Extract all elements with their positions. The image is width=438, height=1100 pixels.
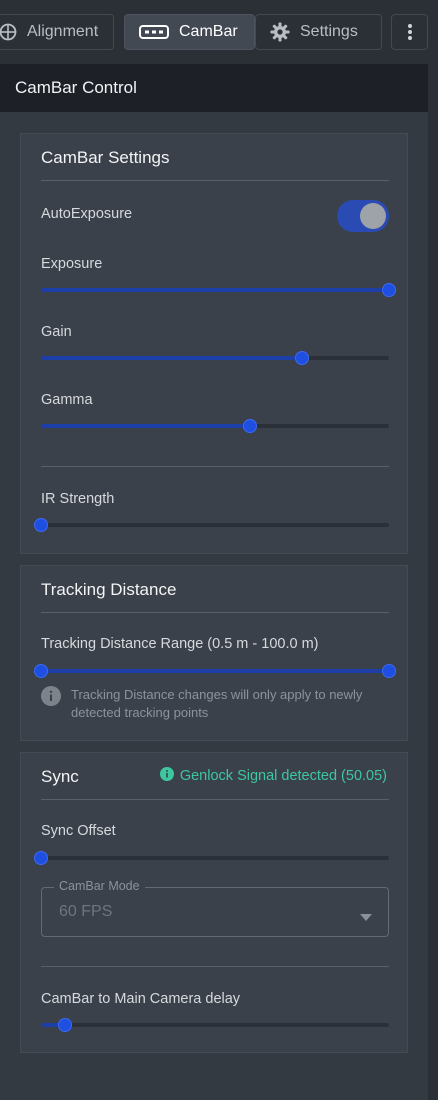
gamma-label: Gamma xyxy=(41,392,93,408)
sync-offset-label: Sync Offset xyxy=(41,823,116,839)
slider-thumb[interactable] xyxy=(382,283,396,297)
cambar-icon xyxy=(139,25,169,39)
slider-thumb[interactable] xyxy=(58,1018,73,1032)
more-vertical-icon xyxy=(407,23,413,41)
gear-icon xyxy=(270,22,290,42)
tab-settings[interactable]: Settings xyxy=(255,14,382,50)
sync-card: Sync Genlock Signal detected (50.05) Syn… xyxy=(20,752,408,1053)
panel-body: CamBar Settings AutoExposure Exposure Ga… xyxy=(0,112,428,1100)
slider-rail xyxy=(41,523,389,527)
gain-label: Gain xyxy=(41,324,72,340)
slider-fill xyxy=(41,356,302,360)
tracking-info-text: Tracking Distance changes will only appl… xyxy=(71,687,363,720)
panel-title: CamBar Control xyxy=(15,78,137,97)
tab-alignment-label: Alignment xyxy=(27,23,99,40)
divider xyxy=(41,466,389,467)
crosshair-globe-icon xyxy=(0,23,17,41)
cambar-delay-label: CamBar to Main Camera delay xyxy=(41,991,241,1007)
sync-offset-slider[interactable] xyxy=(34,849,389,867)
slider-thumb[interactable] xyxy=(34,518,48,532)
slider-thumb[interactable] xyxy=(295,351,309,365)
tracking-range-label: Tracking Distance Range (0.5 m - 100.0 m… xyxy=(41,636,319,652)
info-icon xyxy=(159,767,174,785)
divider xyxy=(41,612,389,613)
slider-thumb-max[interactable] xyxy=(382,664,396,678)
slider-thumb[interactable] xyxy=(242,419,257,433)
info-icon xyxy=(41,686,61,711)
ir-strength-slider[interactable] xyxy=(34,516,389,534)
tab-alignment[interactable]: Alignment xyxy=(0,14,114,50)
auto-exposure-label: AutoExposure xyxy=(41,206,133,222)
chevron-down-icon xyxy=(360,908,372,926)
exposure-slider[interactable] xyxy=(41,281,396,299)
tracking-distance-title: Tracking Distance xyxy=(41,580,177,599)
slider-thumb-min[interactable] xyxy=(34,664,48,678)
slider-fill xyxy=(41,288,389,292)
divider xyxy=(41,799,389,800)
exposure-label: Exposure xyxy=(41,256,103,272)
divider xyxy=(41,966,389,967)
slider-fill xyxy=(41,669,389,673)
cambar-settings-title: CamBar Settings xyxy=(41,148,170,167)
scroll-gutter xyxy=(428,64,438,1100)
tab-cambar-label: CamBar xyxy=(179,23,238,40)
tab-cambar[interactable]: CamBar xyxy=(124,14,255,50)
tracking-distance-card: Tracking Distance Tracking Distance Rang… xyxy=(20,565,408,741)
more-menu-button[interactable] xyxy=(391,14,428,50)
gamma-slider[interactable] xyxy=(41,417,389,435)
tab-settings-label: Settings xyxy=(300,23,358,40)
cambar-mode-select[interactable]: CamBar Mode 60 FPS xyxy=(41,879,389,937)
cambar-mode-legend: CamBar Mode xyxy=(54,879,145,893)
gain-slider[interactable] xyxy=(41,349,389,367)
cambar-delay-slider[interactable] xyxy=(41,1016,389,1034)
auto-exposure-toggle[interactable] xyxy=(337,200,389,232)
slider-fill xyxy=(41,424,250,428)
divider xyxy=(41,180,389,181)
slider-rail xyxy=(41,1023,389,1027)
ir-strength-label: IR Strength xyxy=(41,491,115,507)
genlock-status-text: Genlock Signal detected (50.05) xyxy=(179,768,387,784)
cambar-settings-card: CamBar Settings AutoExposure Exposure Ga… xyxy=(20,133,408,554)
slider-thumb[interactable] xyxy=(34,851,48,865)
toggle-knob xyxy=(360,203,386,229)
genlock-status: Genlock Signal detected (50.05) xyxy=(159,767,387,785)
top-tab-bar: Alignment CamBar Settings xyxy=(0,0,438,64)
tracking-range-slider[interactable] xyxy=(34,662,396,680)
cambar-mode-value: 60 FPS xyxy=(59,903,113,920)
panel-header: CamBar Control xyxy=(0,64,428,112)
sync-title: Sync xyxy=(41,767,79,786)
slider-rail xyxy=(41,856,389,860)
tracking-info-note: Tracking Distance changes will only appl… xyxy=(41,686,389,722)
